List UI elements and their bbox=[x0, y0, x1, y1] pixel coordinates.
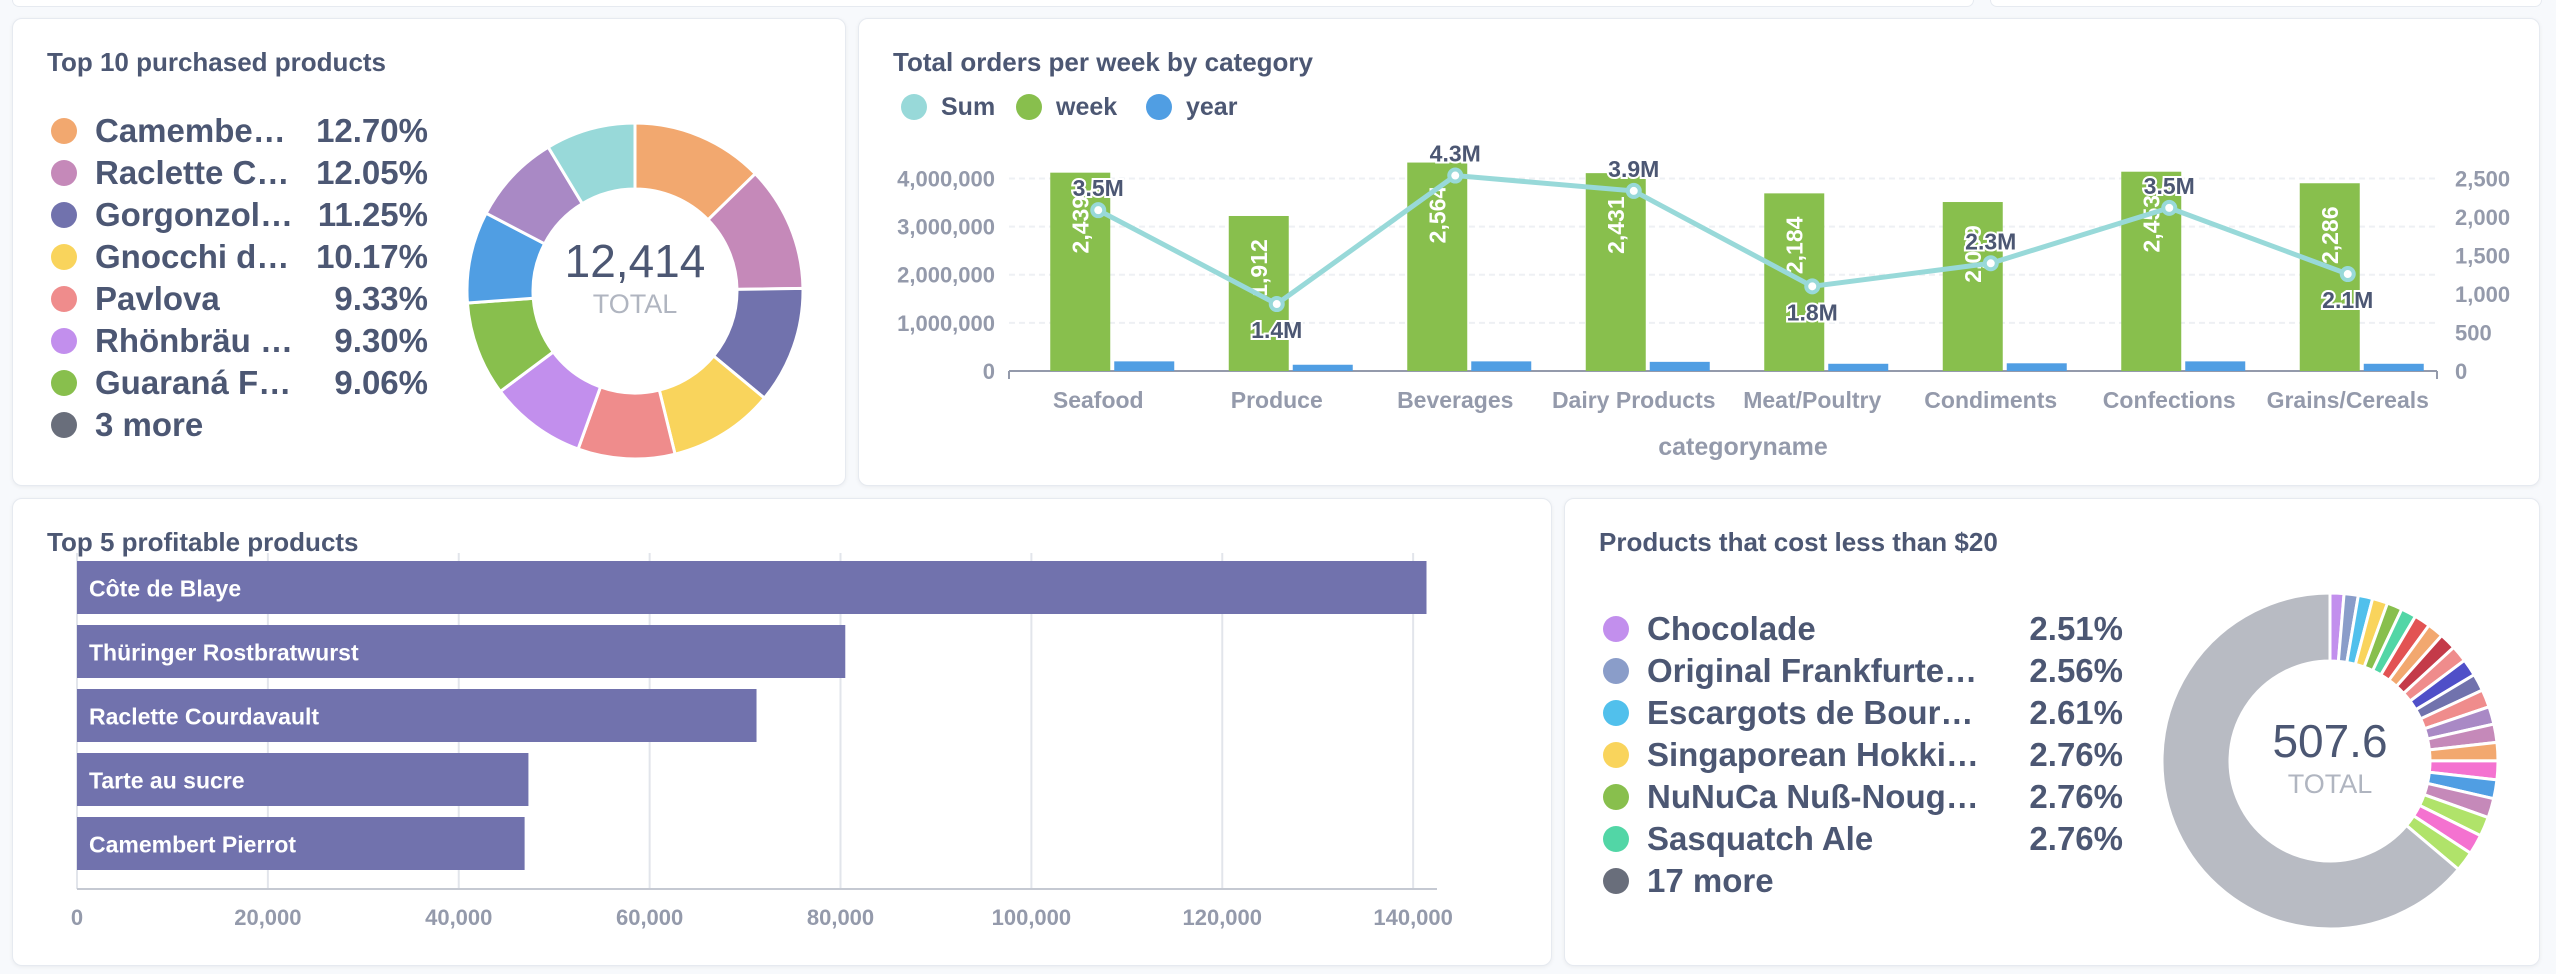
x-tick-label: 80,000 bbox=[807, 905, 874, 930]
sum-data-label: 4.3M bbox=[1430, 141, 1481, 167]
card-edge-top-left bbox=[12, 0, 1974, 7]
x-tick-label: 120,000 bbox=[1182, 905, 1262, 930]
sum-data-label: 2.3M bbox=[1965, 228, 2016, 254]
donut-total-label: TOTAL bbox=[2288, 769, 2373, 799]
bar-year bbox=[1828, 363, 1889, 371]
bar-year bbox=[1649, 361, 1710, 371]
x-tick-label: 20,000 bbox=[234, 905, 301, 930]
cheap-donut-chart[interactable]: 507.6TOTAL bbox=[1565, 499, 2541, 967]
y-tick-label-left: 3,000,000 bbox=[897, 215, 995, 240]
x-tick-label: 100,000 bbox=[992, 905, 1072, 930]
sum-point bbox=[1625, 182, 1642, 199]
sum-point bbox=[1268, 296, 1285, 313]
y-tick-label-left: 0 bbox=[983, 359, 995, 384]
bar-year bbox=[2006, 363, 2067, 371]
card-cheap-products: Products that cost less than $20 Chocola… bbox=[1564, 498, 2540, 966]
orders-combo-chart[interactable]: 0 1,000,000 2,000,000 3,000,000 4,000,000 0 50… bbox=[859, 19, 2541, 487]
sum-data-label: 2.1M bbox=[2322, 287, 2373, 313]
bar-label: Tarte au sucre bbox=[89, 768, 245, 794]
x-tick-label: Meat/Poultry bbox=[1743, 387, 1881, 413]
x-tick-label: 40,000 bbox=[425, 905, 492, 930]
sum-point bbox=[2339, 266, 2356, 283]
card-top5-profitable: Top 5 profitable products 0 20,000 40,000 6… bbox=[12, 498, 1552, 966]
sum-data-label: 3.5M bbox=[2144, 173, 2195, 199]
donut-total-label: TOTAL bbox=[593, 289, 678, 319]
y-tick-label-right: 1,000 bbox=[2455, 282, 2510, 307]
y-tick-label-right: 2,000 bbox=[2455, 205, 2510, 230]
bar-year bbox=[2185, 361, 2246, 371]
card-top10-purchased: Top 10 purchased products Camembe… 12.70%… bbox=[12, 18, 846, 486]
y-tick-label-left: 4,000,000 bbox=[897, 166, 995, 191]
card-orders-per-week: Total orders per week by category Sum wee… bbox=[858, 18, 2540, 486]
x-tick-label: 140,000 bbox=[1373, 905, 1453, 930]
x-tick-label: 60,000 bbox=[616, 905, 683, 930]
x-tick-label: Condiments bbox=[1924, 387, 2057, 413]
top10-donut-chart[interactable]: 12,414TOTAL bbox=[13, 19, 847, 487]
profit-bar-chart[interactable]: 0 20,000 40,000 60,000 80,000 100,000 120,000 1… bbox=[13, 499, 1553, 967]
donut-total-value: 507.6 bbox=[2272, 715, 2387, 767]
bar-data-label: 2,286 bbox=[2317, 206, 2343, 264]
bar-label: Thüringer Rostbratwurst bbox=[89, 640, 359, 666]
x-axis-title: categoryname bbox=[1658, 433, 1828, 461]
bar-label: Camembert Pierrot bbox=[89, 832, 296, 858]
card-edge-top-right bbox=[1990, 0, 2542, 7]
bar-label: Raclette Courdavault bbox=[89, 704, 319, 730]
bar-year bbox=[1114, 361, 1175, 371]
x-tick-label: Confections bbox=[2103, 387, 2236, 413]
bar-data-label: 2,439 bbox=[1067, 196, 1093, 254]
sum-point bbox=[2161, 199, 2178, 216]
bar bbox=[77, 561, 1427, 614]
x-tick-label: Dairy Products bbox=[1552, 387, 1716, 413]
bar-year bbox=[1471, 361, 1532, 371]
y-tick-label-left: 1,000,000 bbox=[897, 311, 995, 336]
donut-total-value: 12,414 bbox=[565, 235, 706, 287]
sum-data-label: 3.5M bbox=[1073, 175, 1124, 201]
sum-data-label: 1.8M bbox=[1787, 299, 1838, 325]
x-tick-label: Produce bbox=[1231, 387, 1323, 413]
y-tick-label-right: 1,500 bbox=[2455, 244, 2510, 269]
x-tick-label: Seafood bbox=[1053, 387, 1144, 413]
bar-year bbox=[1292, 364, 1353, 371]
x-tick-label: Grains/Cereals bbox=[2267, 387, 2429, 413]
sum-data-label: 1.4M bbox=[1251, 317, 1302, 343]
x-tick-label: 0 bbox=[71, 905, 83, 930]
x-tick-label: Beverages bbox=[1397, 387, 1513, 413]
bar-data-label: 2,184 bbox=[1781, 216, 1807, 274]
bar-label: Côte de Blaye bbox=[89, 576, 241, 602]
y-tick-label-right: 2,500 bbox=[2455, 167, 2510, 192]
sum-point bbox=[1447, 167, 1464, 184]
sum-data-label: 3.9M bbox=[1608, 156, 1659, 182]
sum-point bbox=[1982, 255, 1999, 272]
sum-point bbox=[1804, 278, 1821, 295]
bar-data-label: 2,431 bbox=[1603, 196, 1629, 254]
y-tick-label-right: 500 bbox=[2455, 321, 2492, 346]
bar-data-label: 2,453 bbox=[2138, 195, 2164, 253]
y-tick-label-right: 0 bbox=[2455, 359, 2467, 384]
y-tick-label-left: 2,000,000 bbox=[897, 263, 995, 288]
bar-year bbox=[2363, 363, 2424, 371]
sum-point bbox=[1090, 202, 1107, 219]
